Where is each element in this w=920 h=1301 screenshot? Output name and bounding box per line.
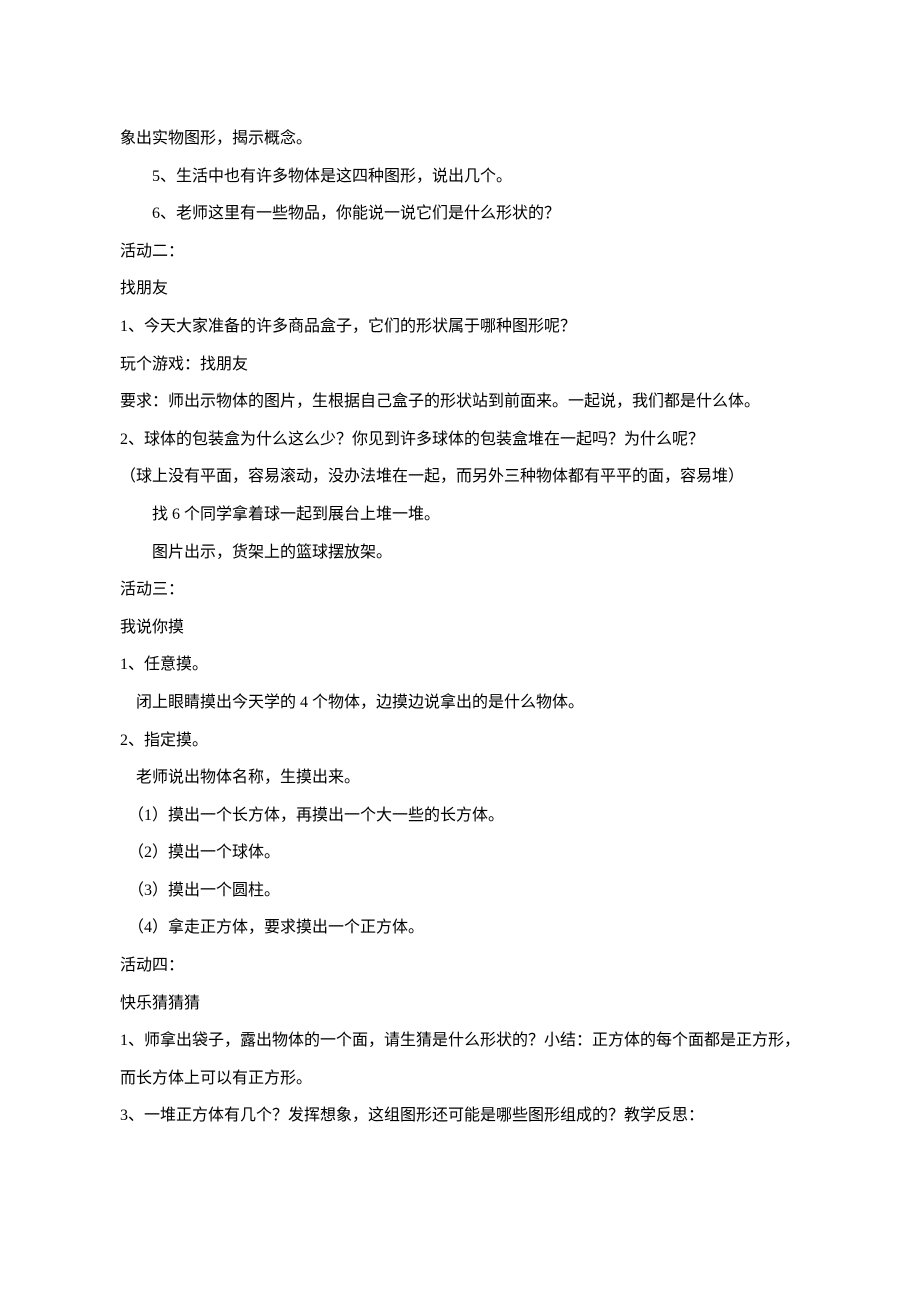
text-line: （1）摸出一个长方体，再摸出一个大一些的长方体。 <box>120 797 800 835</box>
text-line: 我说你摸 <box>120 609 800 647</box>
text-line: 5、生活中也有许多物体是这四种图形，说出几个。 <box>120 158 800 196</box>
text-line: 要求：师出示物体的图片，生根据自己盒子的形状站到前面来。一起说，我们都是什么体。 <box>120 383 800 421</box>
text-line: 1、今天大家准备的许多商品盒子，它们的形状属于哪种图形呢？ <box>120 308 800 346</box>
activity-heading: 活动四： <box>120 947 800 985</box>
text-line: （3）摸出一个圆柱。 <box>120 872 800 910</box>
text-line: 找 6 个同学拿着球一起到展台上堆一堆。 <box>120 496 800 534</box>
text-line: 图片出示，货架上的篮球摆放架。 <box>120 534 800 572</box>
text-line: 找朋友 <box>120 270 800 308</box>
text-line: （4）拿走正方体，要求摸出一个正方体。 <box>120 909 800 947</box>
text-line: 2、球体的包装盒为什么这么少？你见到许多球体的包装盒堆在一起吗？为什么呢？ <box>120 421 800 459</box>
text-line: 3、一堆正方体有几个？发挥想象，这组图形还可能是哪些图形组成的？教学反思： <box>120 1097 800 1135</box>
text-line: 1、师拿出袋子，露出物体的一个面，请生猜是什么形状的？小结：正方体的每个面都是正… <box>120 1022 800 1097</box>
activity-heading: 活动三： <box>120 571 800 609</box>
document-body: 象出实物图形，揭示概念。 5、生活中也有许多物体是这四种图形，说出几个。 6、老… <box>120 120 800 1135</box>
text-line: 6、老师这里有一些物品，你能说一说它们是什么形状的？ <box>120 195 800 233</box>
text-line: （球上没有平面，容易滚动，没办法堆在一起，而另外三种物体都有平平的面，容易堆） <box>120 458 800 496</box>
text-line: 象出实物图形，揭示概念。 <box>120 120 800 158</box>
text-line: （2）摸出一个球体。 <box>120 834 800 872</box>
text-line: 老师说出物体名称，生摸出来。 <box>120 759 800 797</box>
text-line: 2、指定摸。 <box>120 722 800 760</box>
text-line: 玩个游戏：找朋友 <box>120 346 800 384</box>
activity-heading: 活动二： <box>120 233 800 271</box>
text-line: 快乐猜猜猜 <box>120 985 800 1023</box>
text-line: 1、任意摸。 <box>120 646 800 684</box>
text-line: 闭上眼睛摸出今天学的 4 个物体，边摸边说拿出的是什么物体。 <box>120 684 800 722</box>
